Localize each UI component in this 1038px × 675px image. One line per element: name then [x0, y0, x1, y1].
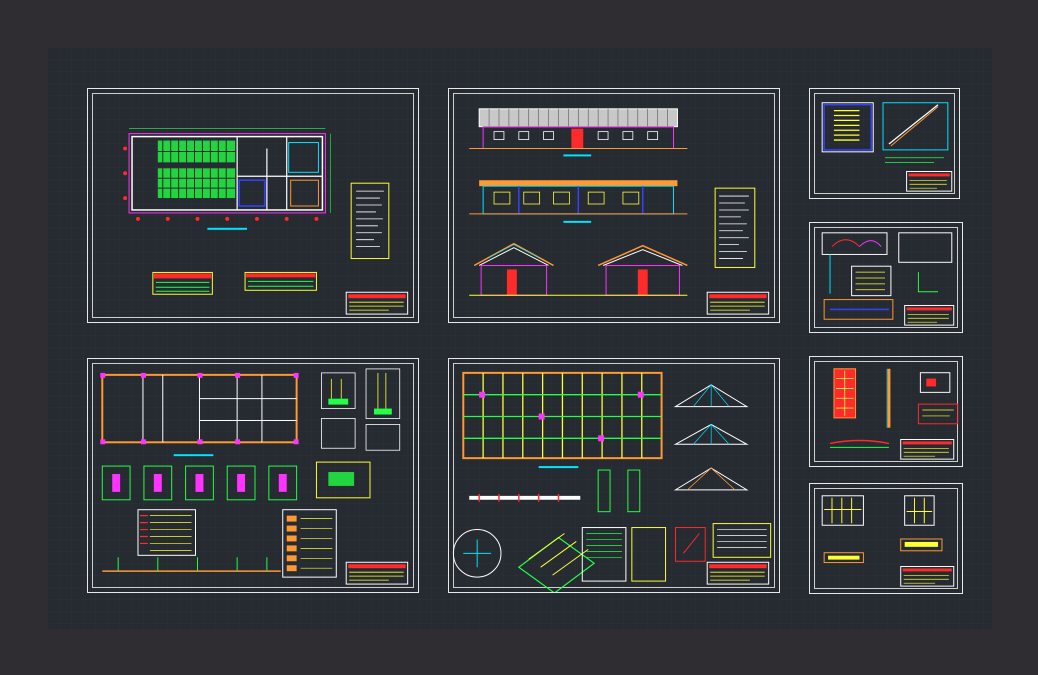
stair-detail-sheet[interactable]	[809, 88, 960, 199]
sanitary-drawing	[821, 232, 955, 326]
door-drawing	[829, 368, 959, 460]
floor-plan-sheet[interactable]	[87, 88, 419, 323]
foundation-plan-sheet[interactable]	[87, 358, 419, 593]
door-detail-sheet[interactable]	[809, 356, 963, 467]
drawing-workspace[interactable]	[47, 47, 992, 629]
stair-drawing	[821, 102, 953, 192]
roof-structure-sheet[interactable]	[448, 358, 780, 593]
foundation-drawing	[100, 368, 409, 585]
elevations-drawing	[469, 108, 770, 315]
elevations-sections-sheet[interactable]	[448, 88, 780, 323]
sanitary-detail-sheet[interactable]	[809, 222, 963, 333]
window-detail-sheet[interactable]	[809, 483, 963, 594]
roof-structure-drawing	[452, 371, 772, 592]
window-drawing	[821, 495, 955, 587]
floor-plan-drawing	[123, 128, 409, 315]
